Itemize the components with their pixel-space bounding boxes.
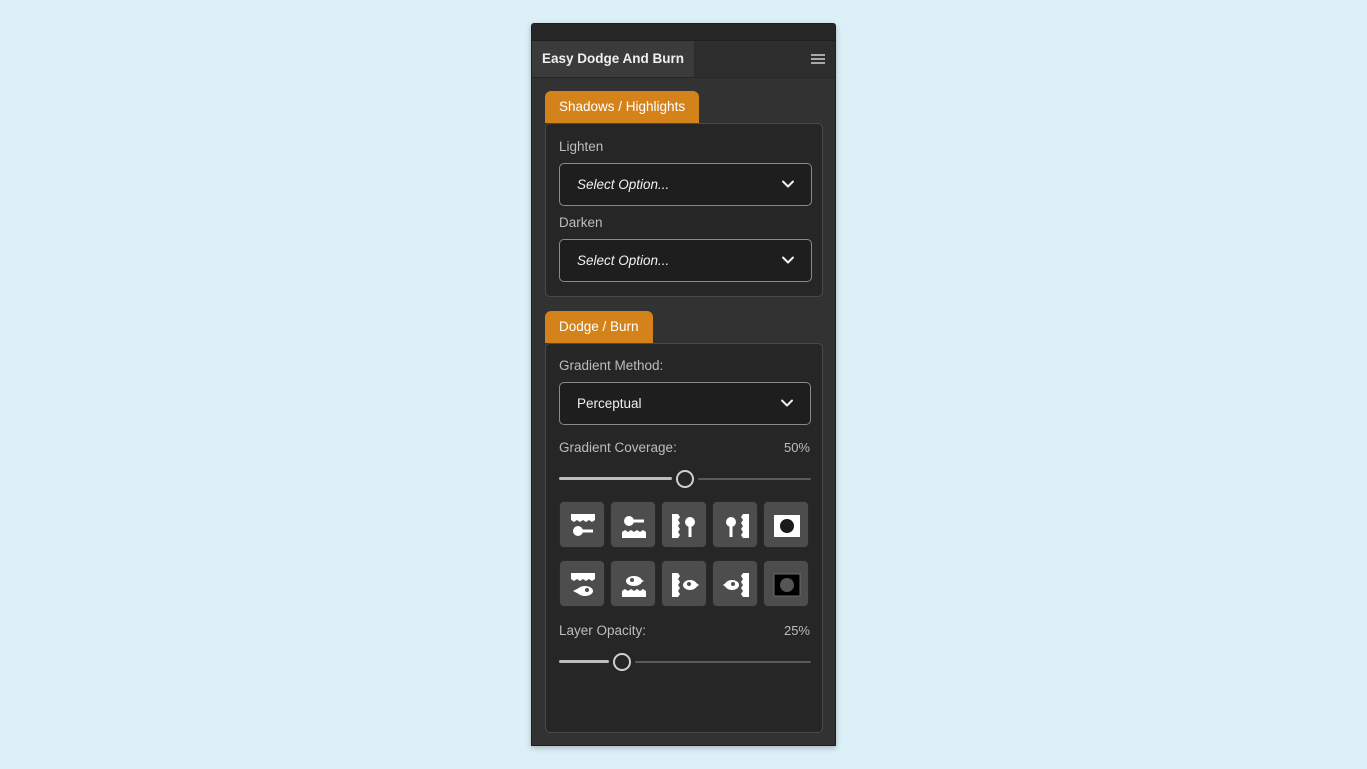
- dodge-burn-tab[interactable]: Dodge / Burn: [545, 311, 653, 343]
- gradient-right-dodge-icon: [726, 514, 749, 538]
- gradient-coverage-slider[interactable]: [559, 469, 811, 489]
- gradient-left-burn-button[interactable]: [661, 560, 707, 607]
- dodge-burn-panel: Easy Dodge And Burn Shadows / Highlights…: [531, 23, 836, 746]
- gradient-left-burn-icon: [672, 573, 699, 597]
- gradient-bottom-dodge-button[interactable]: [610, 501, 656, 548]
- gradient-method-value: Perceptual: [577, 396, 642, 411]
- dodge-burn-section: Gradient Method: Perceptual Gradient Cov…: [545, 343, 823, 733]
- lighten-select-value: Select Option...: [577, 177, 670, 192]
- gradient-button-grid: [559, 501, 811, 609]
- gradient-left-dodge-icon: [672, 514, 695, 538]
- gradient-top-burn-button[interactable]: [559, 560, 605, 607]
- gradient-method-select[interactable]: Perceptual: [559, 382, 811, 425]
- chevron-down-icon: [781, 399, 793, 407]
- gradient-method-label: Gradient Method:: [559, 358, 664, 373]
- slider-track-empty: [635, 661, 811, 663]
- panel-top-bar: [532, 24, 835, 41]
- darken-label: Darken: [559, 215, 603, 230]
- slider-track-empty: [698, 478, 811, 480]
- gradient-right-burn-button[interactable]: [712, 560, 758, 607]
- shadows-highlights-section: Lighten Select Option... Darken Select O…: [545, 123, 823, 297]
- panel-title-tab[interactable]: Easy Dodge And Burn: [532, 41, 694, 77]
- slider-track-filled: [559, 477, 672, 480]
- gradient-left-dodge-button[interactable]: [661, 501, 707, 548]
- gradient-vignette-burn-button[interactable]: [763, 560, 809, 607]
- gradient-vignette-dodge-icon: [774, 515, 800, 537]
- darken-select-value: Select Option...: [577, 253, 670, 268]
- gradient-bottom-burn-button[interactable]: [610, 560, 656, 607]
- panel-header: Easy Dodge And Burn: [532, 41, 835, 78]
- slider-track-filled: [559, 660, 609, 663]
- lighten-select[interactable]: Select Option...: [559, 163, 812, 206]
- layer-opacity-slider[interactable]: [559, 652, 811, 672]
- shadows-highlights-tab[interactable]: Shadows / Highlights: [545, 91, 700, 123]
- gradient-vignette-burn-icon: [773, 573, 801, 597]
- chevron-down-icon: [782, 180, 794, 188]
- gradient-coverage-label: Gradient Coverage:: [559, 440, 677, 455]
- gradient-bottom-dodge-icon: [622, 516, 646, 538]
- lighten-label: Lighten: [559, 139, 604, 154]
- gradient-top-dodge-button[interactable]: [559, 501, 605, 548]
- gradient-vignette-dodge-button[interactable]: [763, 501, 809, 548]
- layer-opacity-label: Layer Opacity:: [559, 623, 647, 638]
- gradient-bottom-burn-icon: [622, 576, 646, 597]
- hamburger-menu-icon[interactable]: [811, 54, 825, 64]
- gradient-right-dodge-button[interactable]: [712, 501, 758, 548]
- layer-opacity-value: 25%: [783, 623, 810, 638]
- gradient-top-burn-icon: [571, 573, 595, 596]
- gradient-coverage-value: 50%: [783, 440, 810, 455]
- chevron-down-icon: [782, 256, 794, 264]
- gradient-top-dodge-icon: [571, 514, 595, 536]
- darken-select[interactable]: Select Option...: [559, 239, 812, 282]
- slider-thumb[interactable]: [613, 653, 631, 671]
- slider-thumb[interactable]: [676, 470, 694, 488]
- gradient-right-burn-icon: [723, 573, 749, 597]
